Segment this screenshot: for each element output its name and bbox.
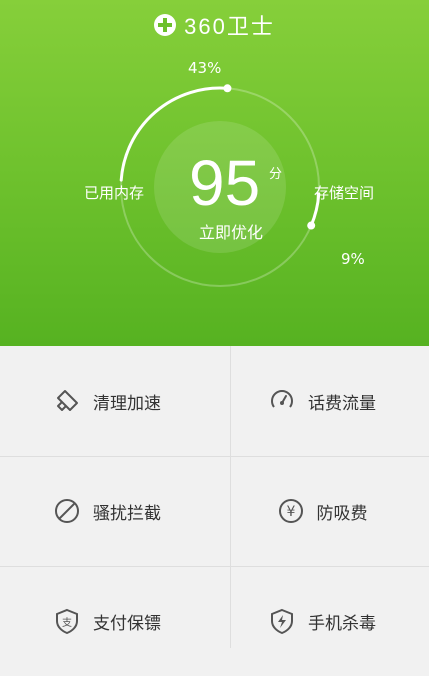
memory-label: 已用内存 [84, 184, 145, 202]
block-icon [53, 497, 81, 525]
score-value[interactable]: 95 [189, 148, 260, 218]
speedometer-icon [268, 387, 296, 415]
broom-icon [53, 387, 81, 415]
yen-circle-icon: ¥ [277, 497, 305, 525]
memory-arc-marker [223, 84, 232, 93]
tile-label: 手机杀毒 [308, 613, 376, 634]
storage-label: 存储空间 [314, 184, 375, 202]
storage-arc-marker [307, 221, 316, 230]
tile-anti-fee[interactable]: ¥ 防吸费 [215, 456, 429, 566]
tile-label: 支付保镖 [93, 613, 161, 634]
tile-harassment-block[interactable]: 骚扰拦截 [0, 456, 214, 566]
memory-percent: 43% [188, 59, 222, 77]
feature-grid: 清理加速 话费流量 骚扰拦截 ¥ 防吸费 支 支付保镖 手机杀毒 [0, 346, 429, 648]
tile-label: 骚扰拦截 [93, 503, 161, 524]
tile-clean-speedup[interactable]: 清理加速 [0, 346, 214, 456]
status-header: 360卫士 95 分 立即优化 43% 已用内存 存储空间 9% [0, 0, 429, 346]
pay-shield-icon: 支 [53, 607, 81, 635]
tile-label: 话费流量 [308, 393, 376, 414]
tile-antivirus[interactable]: 手机杀毒 [215, 566, 429, 676]
tile-label: 清理加速 [93, 393, 161, 414]
svg-text:¥: ¥ [286, 504, 295, 520]
lightning-shield-icon [268, 607, 296, 635]
tile-phone-data[interactable]: 话费流量 [215, 346, 429, 456]
svg-text:支: 支 [62, 617, 72, 629]
tile-payment-guard[interactable]: 支 支付保镖 [0, 566, 214, 676]
tile-label: 防吸费 [316, 503, 368, 524]
optimize-button[interactable]: 立即优化 [199, 219, 263, 243]
storage-percent: 9% [341, 250, 365, 268]
score-unit: 分 [269, 167, 283, 182]
